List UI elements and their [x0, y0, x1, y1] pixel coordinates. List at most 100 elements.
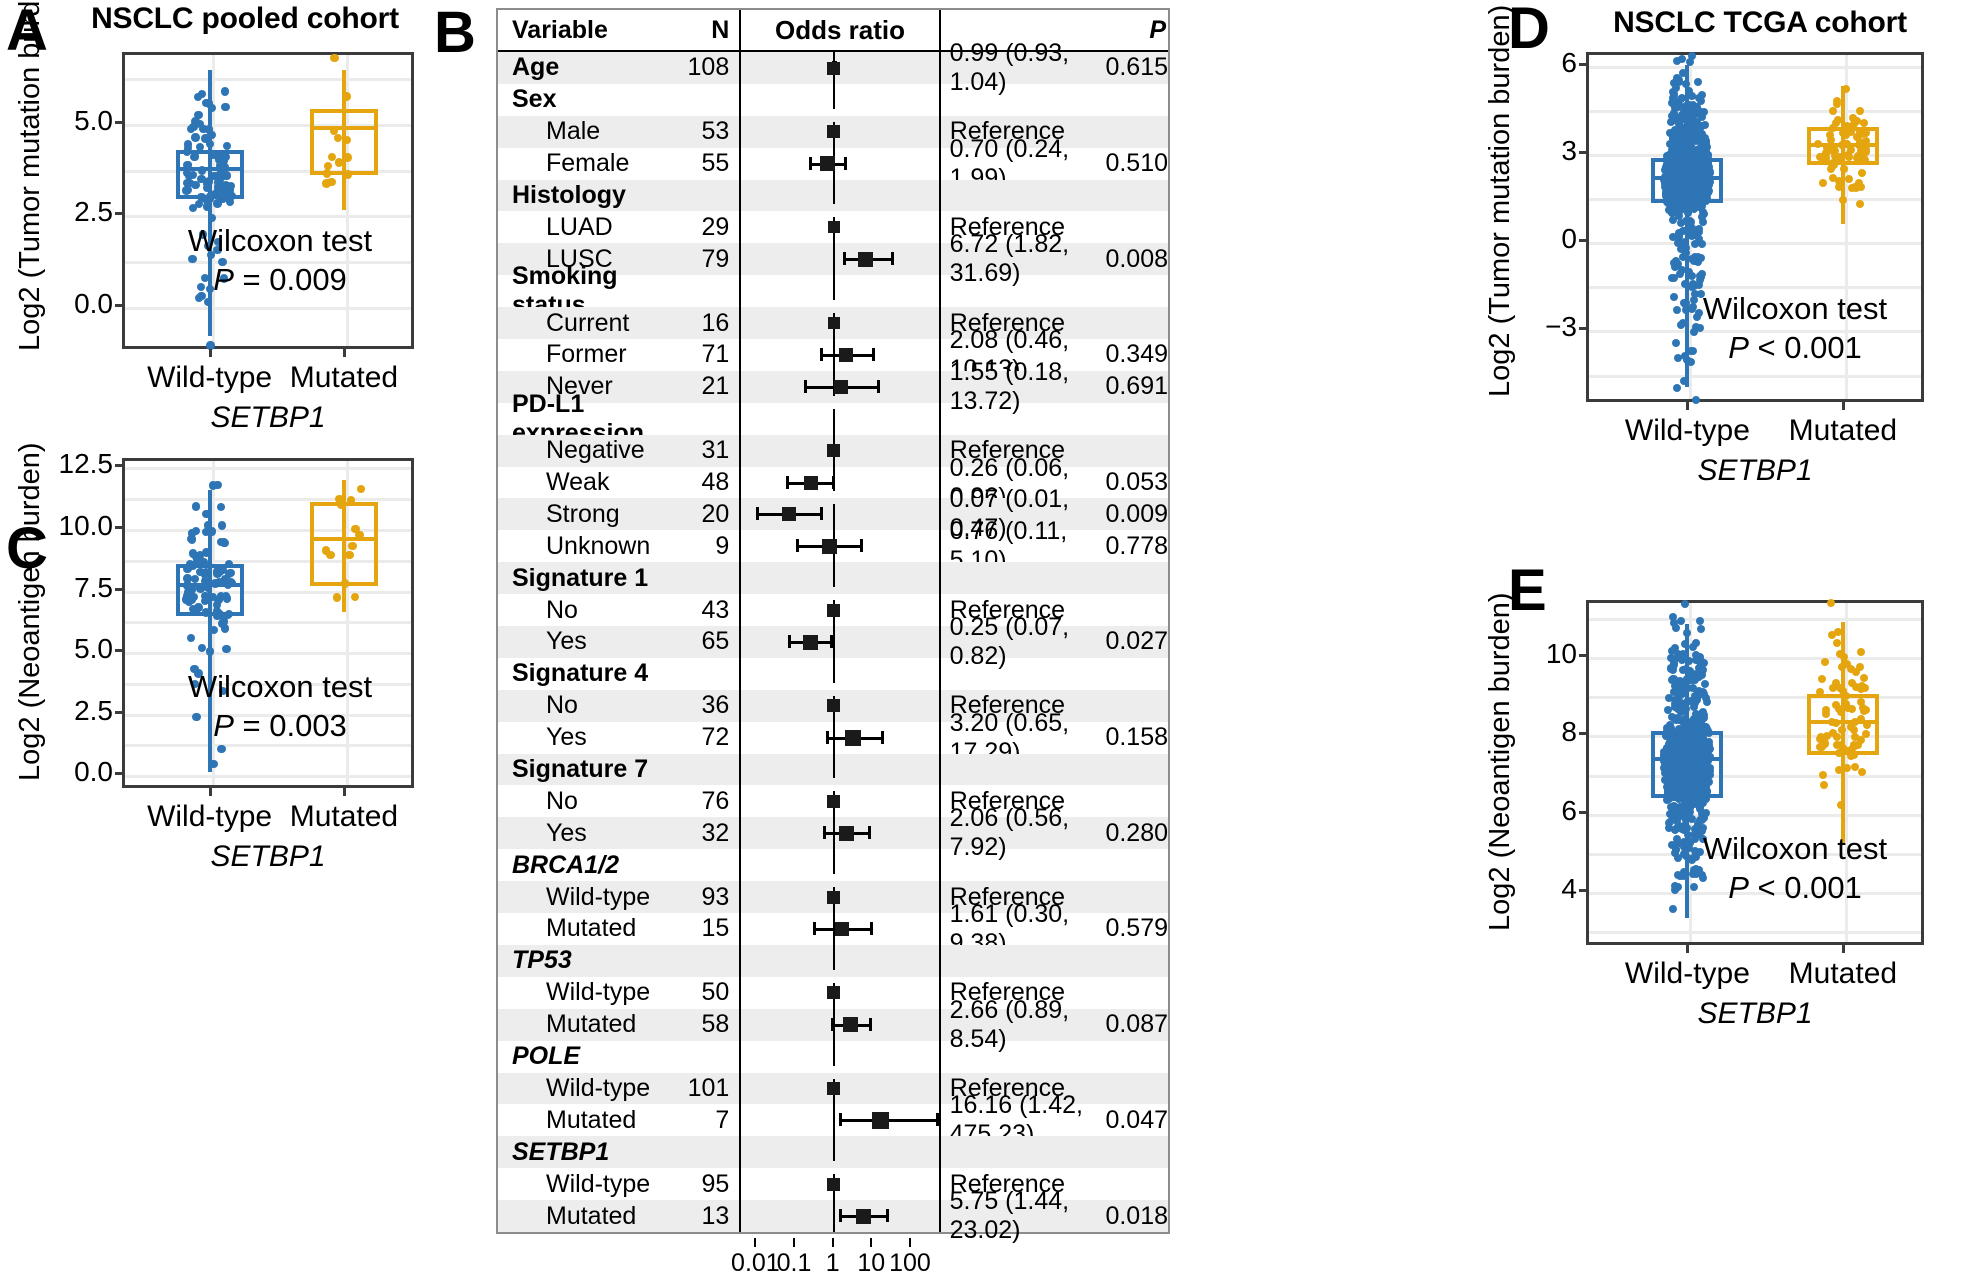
y-axis-tick-label: 6 — [1561, 794, 1577, 826]
data-point — [221, 102, 230, 112]
data-point — [218, 151, 227, 161]
row-forest-cell — [739, 498, 938, 531]
row-forest-cell — [739, 785, 938, 818]
data-point — [346, 496, 356, 505]
data-point — [1683, 203, 1692, 212]
data-point — [342, 135, 352, 144]
row-n: 95 — [701, 1169, 730, 1198]
x-axis-tick-label-mutated: Mutated — [289, 800, 399, 833]
row-variable-label: Smoking status — [512, 262, 618, 320]
row-p-value: 0.047 — [1105, 1105, 1168, 1134]
data-point — [1680, 640, 1689, 649]
row-variable-label: No — [546, 691, 578, 720]
data-point — [221, 624, 230, 633]
row-or-value: 1.61 (0.30, 9.38) — [938, 900, 1114, 957]
y-axis-tick-mark — [1579, 327, 1586, 331]
row-variable-label: BRCA1/2 — [512, 850, 619, 879]
point-estimate-marker — [855, 1208, 871, 1224]
row-forest-cell — [739, 689, 938, 722]
data-point — [191, 133, 200, 142]
row-or-value — [938, 849, 1114, 882]
reference-line — [832, 626, 835, 658]
y-axis-tick-label: 0.0 — [74, 756, 113, 788]
data-point — [1685, 87, 1694, 95]
row-variable-label: Wild-type — [546, 1073, 651, 1102]
table-row: Signature 4 — [498, 657, 1168, 690]
panel-label-b: B — [434, 0, 476, 65]
table-row: Sex — [498, 83, 1168, 116]
row-or-value: 0.99 (0.93, 1.04) — [938, 39, 1114, 96]
y-axis-tick-mark — [115, 212, 122, 216]
data-point — [1698, 168, 1707, 177]
y-axis-title: Log2 (Neoantigen burden) — [14, 442, 46, 781]
data-point — [1857, 767, 1866, 776]
data-point — [1855, 200, 1864, 209]
confidence-interval-cap — [788, 635, 792, 649]
data-point — [1683, 155, 1692, 164]
row-n: 36 — [701, 691, 730, 720]
data-point — [1684, 133, 1693, 142]
point-estimate-marker — [872, 1111, 890, 1129]
row-p-value — [1114, 849, 1168, 881]
data-point — [1861, 145, 1870, 154]
data-point — [225, 185, 235, 194]
gridline-horizontal — [125, 77, 411, 81]
row-p-value — [1114, 881, 1168, 913]
row-variable-label: Unknown — [546, 531, 651, 560]
panel-e: E 4 6 8 10 Log2 (Neoantigen burden) Wild-type… — [1430, 440, 1965, 1085]
y-axis-tick-mark — [1579, 810, 1586, 814]
data-point — [202, 548, 211, 557]
row-or-value — [938, 657, 1114, 690]
point-estimate-marker — [839, 348, 854, 363]
row-variable-label: No — [546, 786, 578, 815]
x-axis-title: SETBP1 — [1697, 997, 1813, 1030]
row-variable-label: Mutated — [546, 1010, 637, 1039]
row-forest-cell — [739, 307, 938, 340]
row-variable-label: Former — [546, 340, 627, 369]
data-point — [330, 53, 339, 63]
y-axis-tick-mark — [115, 772, 122, 776]
confidence-interval-cap — [868, 1017, 872, 1031]
row-forest-cell — [739, 466, 938, 499]
row-or-value — [938, 275, 1114, 308]
point-estimate-marker — [827, 317, 840, 330]
data-point — [1701, 120, 1710, 129]
data-point — [1686, 696, 1695, 705]
row-variable-label: Signature 4 — [512, 659, 649, 688]
row-p-value: 0.008 — [1105, 244, 1168, 273]
row-forest-cell — [739, 402, 938, 435]
data-point — [1688, 100, 1697, 109]
gridline-horizontal — [1589, 109, 1921, 113]
point-estimate-marker — [804, 475, 819, 490]
confidence-interval-cap — [867, 826, 871, 840]
x-axis-tick-mark — [1686, 945, 1690, 953]
data-point — [351, 524, 360, 534]
confidence-interval-cap — [936, 1113, 940, 1127]
data-point — [1671, 737, 1680, 746]
row-p-value — [1114, 977, 1168, 1009]
row-variable-label: POLE — [512, 1042, 581, 1071]
data-point — [182, 592, 192, 601]
y-axis-tick-mark — [115, 587, 122, 591]
data-point — [340, 579, 349, 588]
median-line — [309, 537, 378, 542]
data-point — [202, 98, 211, 107]
point-estimate-marker — [858, 251, 874, 267]
reference-line — [832, 1200, 835, 1232]
data-point — [1691, 191, 1700, 200]
data-point — [1684, 172, 1693, 181]
confidence-interval-cap — [890, 252, 894, 266]
row-or-value: 0.25 (0.07, 0.82) — [938, 613, 1114, 670]
row-variable-label: Mutated — [546, 1201, 637, 1230]
row-p-value: 0.087 — [1105, 1010, 1168, 1039]
y-axis-tick-label: 12.5 — [58, 448, 114, 480]
data-point — [1665, 693, 1674, 702]
row-n: 32 — [701, 818, 730, 847]
point-estimate-marker — [834, 922, 849, 937]
data-point — [343, 170, 353, 179]
row-variable-label: TP53 — [512, 946, 572, 975]
data-point — [1678, 244, 1687, 253]
statistical-annotation: Wilcoxon test P = 0.003 — [140, 668, 420, 746]
data-point — [323, 169, 332, 178]
data-point — [1834, 765, 1843, 774]
